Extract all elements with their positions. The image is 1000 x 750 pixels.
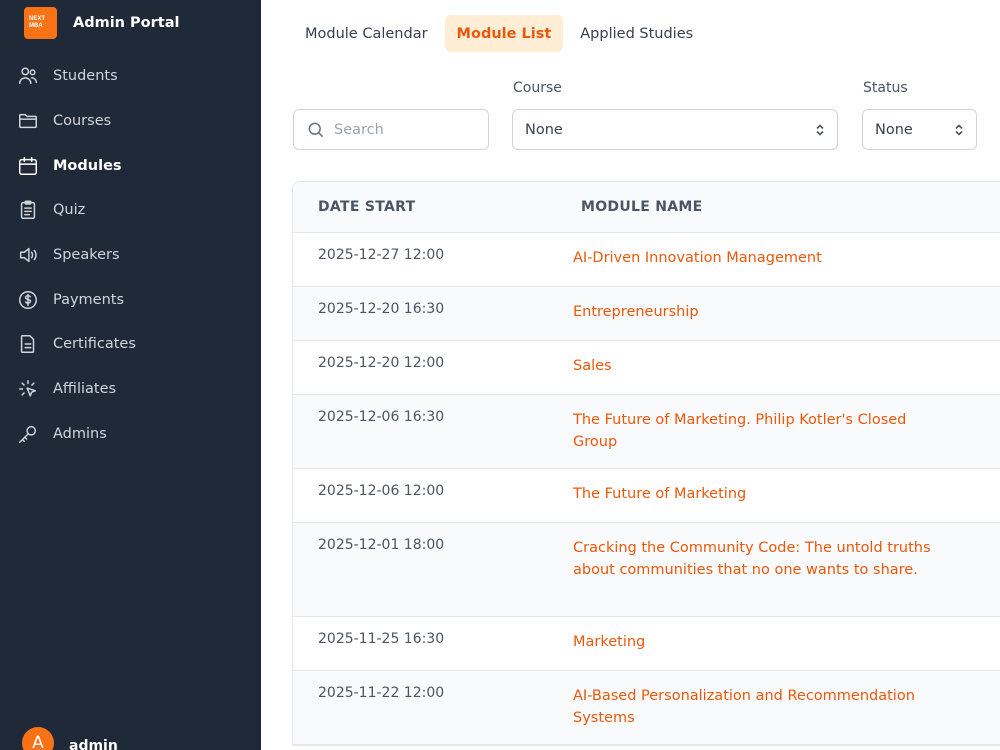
document-icon: [17, 333, 39, 355]
module-name-link[interactable]: Cracking the Community Code: The untold …: [573, 523, 933, 616]
module-name-link[interactable]: Sales: [573, 341, 933, 394]
cursor-click-icon: [17, 378, 39, 400]
date-start-cell: 2025-12-06 12:00: [318, 483, 445, 499]
status-filter-label: Status: [863, 80, 908, 96]
module-name-link[interactable]: AI-Based Personalization and Recommendat…: [573, 671, 933, 744]
date-start-cell: 2025-11-25 16:30: [318, 631, 445, 647]
folder-icon: [17, 110, 39, 132]
module-name-link[interactable]: The Future of Marketing. Philip Kotler's…: [573, 395, 933, 468]
date-start-cell: 2025-12-06 16:30: [318, 409, 445, 425]
date-start-cell: 2025-12-20 12:00: [318, 355, 445, 371]
status-select[interactable]: None: [862, 109, 977, 150]
sidebar-item-label: Affiliates: [53, 381, 117, 398]
sidebar-item-courses[interactable]: Courses: [0, 99, 261, 144]
search-input[interactable]: Search: [293, 109, 489, 150]
logo-text-2: MBA: [29, 23, 43, 29]
table-row[interactable]: 2025-11-25 16:30 Marketing: [293, 617, 1000, 671]
sidebar-item-label: Quiz: [53, 202, 86, 219]
table-row[interactable]: 2025-12-27 12:00 AI-Driven Innovation Ma…: [293, 233, 1000, 287]
date-start-cell: 2025-11-22 12:00: [318, 685, 445, 701]
module-name-link[interactable]: Entrepreneurship: [573, 287, 933, 340]
modules-table: DATE START MODULE NAME 2025-12-27 12:00 …: [292, 181, 1000, 746]
sidebar-item-label: Modules: [53, 157, 122, 174]
course-select-value: None: [525, 121, 563, 138]
table-body: 2025-12-27 12:00 AI-Driven Innovation Ma…: [293, 233, 1000, 745]
tab-applied-studies[interactable]: Applied Studies: [568, 15, 705, 52]
course-filter-label: Course: [513, 80, 562, 96]
calendar-icon: [17, 155, 39, 177]
brand[interactable]: NEXT MBA Admin Portal: [24, 7, 179, 39]
logo-text-1: NEXT: [29, 16, 46, 22]
key-icon: [17, 423, 39, 445]
table-row[interactable]: 2025-12-20 12:00 Sales: [293, 341, 1000, 395]
sidebar-item-label: Payments: [53, 291, 125, 308]
chevron-updown-icon: [816, 123, 824, 136]
logo: NEXT MBA: [24, 7, 57, 39]
module-name-link[interactable]: AI-Driven Innovation Management: [573, 233, 933, 286]
app-title: Admin Portal: [73, 15, 180, 31]
date-start-cell: 2025-12-01 18:00: [318, 537, 445, 553]
date-start-cell: 2025-12-20 16:30: [318, 301, 445, 317]
table-row[interactable]: 2025-12-06 16:30 The Future of Marketing…: [293, 395, 1000, 469]
table-row[interactable]: 2025-12-01 18:00 Cracking the Community …: [293, 523, 1000, 617]
sidebar-item-students[interactable]: Students: [0, 54, 261, 99]
sidebar-item-quiz[interactable]: Quiz: [0, 188, 261, 233]
course-select[interactable]: None: [512, 109, 838, 150]
status-select-value: None: [875, 121, 913, 138]
user-menu[interactable]: A admin: [22, 727, 118, 750]
chevron-updown-icon: [955, 123, 963, 136]
tab-module-list[interactable]: Module List: [444, 15, 564, 52]
sidebar-item-modules[interactable]: Modules: [0, 143, 261, 188]
sidebar-item-affiliates[interactable]: Affiliates: [0, 367, 261, 412]
column-header-module-name[interactable]: MODULE NAME: [556, 199, 703, 215]
sidebar-item-label: Courses: [53, 113, 112, 130]
sidebar-item-label: Admins: [53, 425, 107, 442]
sidebar-item-label: Certificates: [53, 336, 136, 353]
column-header-date-start[interactable]: DATE START: [293, 199, 556, 215]
sidebar-item-label: Speakers: [53, 247, 120, 264]
sidebar-nav: Students Courses Modules Quiz Speakers P…: [0, 54, 261, 456]
tab-bar: Module Calendar Module List Applied Stud…: [293, 15, 710, 52]
speaker-icon: [17, 244, 39, 266]
table-row[interactable]: 2025-12-06 12:00 The Future of Marketing: [293, 469, 1000, 523]
sidebar-item-certificates[interactable]: Certificates: [0, 322, 261, 367]
sidebar-item-label: Students: [53, 68, 118, 85]
table-row[interactable]: 2025-12-20 16:30 Entrepreneurship: [293, 287, 1000, 341]
table-row[interactable]: 2025-11-22 12:00 AI-Based Personalizatio…: [293, 671, 1000, 745]
module-name-link[interactable]: Marketing: [573, 617, 933, 670]
search-placeholder: Search: [334, 121, 384, 138]
dollar-icon: [17, 289, 39, 311]
tab-module-calendar[interactable]: Module Calendar: [293, 15, 440, 52]
search-icon: [308, 122, 324, 137]
sidebar-item-admins[interactable]: Admins: [0, 412, 261, 457]
sidebar: NEXT MBA Admin Portal Students Courses M…: [0, 0, 261, 750]
sidebar-item-payments[interactable]: Payments: [0, 277, 261, 322]
table-header: DATE START MODULE NAME: [293, 182, 1000, 233]
avatar: A: [22, 727, 54, 750]
date-start-cell: 2025-12-27 12:00: [318, 247, 445, 263]
module-name-link[interactable]: The Future of Marketing: [573, 469, 933, 522]
user-name: admin: [69, 738, 118, 750]
sidebar-item-speakers[interactable]: Speakers: [0, 233, 261, 278]
clipboard-icon: [17, 199, 39, 221]
users-icon: [17, 65, 39, 87]
